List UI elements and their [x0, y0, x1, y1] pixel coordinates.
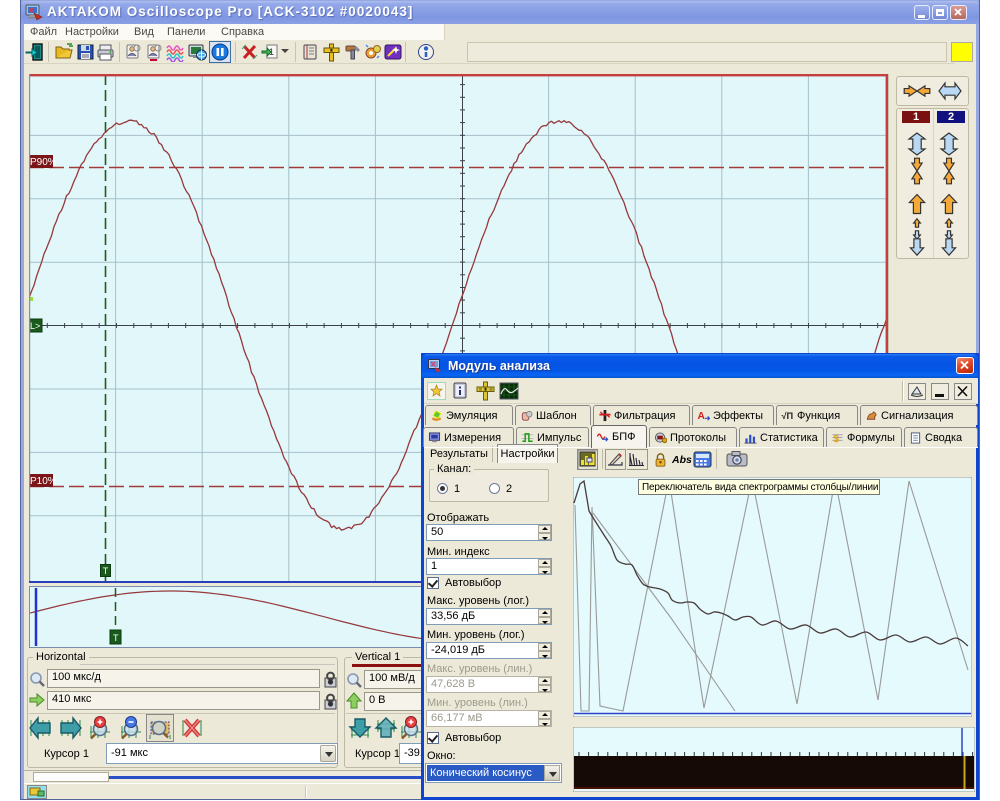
svg-text:√П: √П	[782, 411, 794, 421]
svg-text:P90%: P90%	[30, 157, 57, 168]
svg-text:$: $	[833, 434, 839, 444]
svg-text:P10%: P10%	[30, 476, 57, 487]
svg-text:A: A	[698, 411, 706, 422]
svg-text:L>: L>	[30, 321, 40, 331]
svg-text:T: T	[113, 633, 119, 643]
